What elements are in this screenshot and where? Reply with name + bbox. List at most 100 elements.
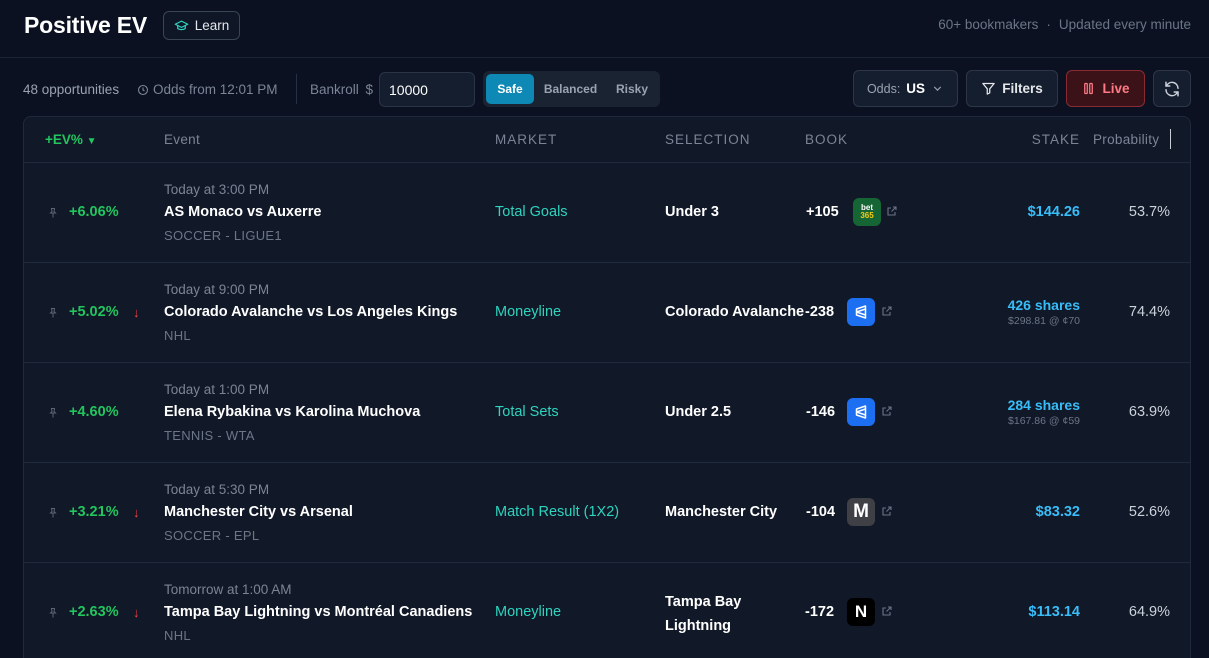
stake-amount: $83.32	[1035, 504, 1080, 520]
trend-down-icon: ↓	[133, 605, 140, 620]
selection-name: Under 3	[665, 204, 719, 220]
table-row[interactable]: +3.21% ↓ Today at 5:30 PM Manchester Cit…	[24, 463, 1190, 563]
ev-percentage: +2.63%	[69, 604, 119, 620]
market-name: Total Goals	[495, 204, 568, 220]
refresh-button[interactable]	[1153, 70, 1191, 107]
sort-desc-icon: ▼	[86, 136, 97, 147]
header-info: 60+ bookmakers · Updated every minute	[938, 17, 1191, 32]
ev-percentage: +4.60%	[69, 404, 119, 420]
m-book-icon[interactable]: M	[847, 498, 875, 526]
bookmakers-count: 60+ bookmakers	[938, 17, 1039, 32]
odds-format-value: US	[906, 81, 926, 96]
event-name: Colorado Avalanche vs Los Angeles Kings	[164, 304, 458, 320]
page-title: Positive EV	[24, 12, 148, 38]
event-time: Today at 5:30 PM	[164, 482, 270, 497]
learn-label: Learn	[194, 18, 230, 33]
bankroll-text: Bankroll	[310, 82, 359, 97]
external-link-icon[interactable]	[881, 605, 893, 617]
table-row[interactable]: +4.60% Today at 1:00 PM Elena Rybakina v…	[24, 363, 1190, 463]
filters-button[interactable]: Filters	[966, 70, 1058, 107]
probability-value: 53.7%	[1128, 204, 1170, 220]
external-link-icon[interactable]	[881, 305, 893, 317]
pin-icon[interactable]	[47, 406, 59, 420]
stake-amount: $144.26	[1027, 204, 1080, 220]
odds-timestamp: Odds from 12:01 PM	[137, 82, 278, 97]
live-label: Live	[1102, 81, 1130, 96]
odds-format-dropdown[interactable]: Odds: US	[853, 70, 958, 107]
ev-percentage: +5.02%	[69, 304, 119, 320]
event-name: AS Monaco vs Auxerre	[164, 204, 322, 220]
column-market[interactable]: MARKET	[495, 132, 557, 147]
column-stake[interactable]: STAKE	[1032, 132, 1080, 147]
n-book-icon[interactable]: N	[847, 598, 875, 626]
column-book[interactable]: BOOK	[805, 132, 848, 147]
odds-value: -104	[806, 504, 836, 520]
risk-safe-button[interactable]: Safe	[486, 74, 534, 104]
market-name: Moneyline	[495, 304, 562, 320]
pin-icon[interactable]	[47, 506, 59, 520]
event-time: Tomorrow at 1:00 AM	[164, 582, 292, 597]
risk-balanced-button[interactable]: Balanced	[534, 74, 607, 104]
pin-icon[interactable]	[47, 306, 59, 320]
graduation-cap-icon	[174, 20, 189, 31]
column-event[interactable]: Event	[164, 132, 200, 147]
header-separator: ·	[1046, 17, 1051, 32]
table-row[interactable]: +2.63% ↓ Tomorrow at 1:00 AM Tampa Bay L…	[24, 563, 1190, 658]
risk-risky-button[interactable]: Risky	[607, 74, 657, 104]
selection-line: Tampa Bay	[665, 594, 742, 610]
odds-value: -172	[805, 604, 835, 620]
table-row[interactable]: +5.02% ↓ Today at 9:00 PM Colorado Avala…	[24, 263, 1190, 363]
chevron-down-icon	[933, 86, 942, 91]
external-link-icon[interactable]	[881, 405, 893, 417]
table-row[interactable]: +6.06% Today at 3:00 PM AS Monaco vs Aux…	[24, 163, 1190, 263]
odds-value: -238	[805, 304, 835, 320]
market-name: Match Result (1X2)	[495, 504, 620, 520]
selection-line: Lightning	[665, 618, 732, 634]
opportunities-count: 48 opportunities	[23, 82, 120, 97]
update-frequency: Updated every minute	[1058, 17, 1191, 32]
odds-time-label: Odds from 12:01 PM	[153, 82, 278, 97]
external-link-icon[interactable]	[881, 505, 893, 517]
event-league: NHL	[164, 628, 191, 643]
trend-down-icon: ↓	[133, 305, 140, 320]
trend-down-icon: ↓	[133, 505, 140, 520]
learn-button[interactable]: Learn	[163, 11, 240, 40]
event-time: Today at 1:00 PM	[164, 382, 270, 397]
column-resize-handle[interactable]	[1170, 129, 1171, 149]
stake-shares: 426 shares	[1007, 297, 1080, 313]
ev-percentage: +3.21%	[69, 504, 119, 520]
toolbar: 48 opportunities Odds from 12:01 PM Bank…	[0, 58, 1209, 118]
clock-icon	[137, 84, 149, 95]
polymarket-icon[interactable]	[847, 298, 875, 326]
selection-name: Under 2.5	[665, 404, 732, 420]
odds-value: +105	[806, 204, 839, 220]
pause-icon	[1084, 82, 1094, 95]
event-league: SOCCER - LIGUE1	[164, 228, 282, 243]
selection-name: Tampa Bay Lightning	[665, 590, 741, 638]
page-header: Positive EV Learn 60+ bookmakers · Updat…	[0, 0, 1209, 58]
polymarket-icon[interactable]	[847, 398, 875, 426]
column-probability[interactable]: Probability	[1093, 132, 1159, 147]
bankroll-label: Bankroll $	[310, 82, 373, 97]
odds-format-label: Odds:	[866, 81, 901, 96]
bankroll-input[interactable]	[379, 72, 475, 107]
opportunities-table: +EV% ▼ Event MARKET SELECTION BOOK STAKE…	[23, 116, 1191, 658]
refresh-icon	[1165, 81, 1179, 96]
stake-shares: 284 shares	[1007, 397, 1080, 413]
pin-icon[interactable]	[47, 606, 59, 620]
event-name: Elena Rybakina vs Karolina Muchova	[164, 404, 421, 420]
event-league: NHL	[164, 328, 191, 343]
currency-symbol: $	[365, 82, 374, 97]
pin-icon[interactable]	[47, 206, 59, 220]
probability-value: 64.9%	[1128, 604, 1170, 620]
filter-icon	[982, 82, 995, 95]
ev-percentage: +6.06%	[69, 204, 119, 220]
risk-selector: Safe Balanced Risky	[483, 71, 660, 107]
column-ev[interactable]: +EV% ▼	[45, 132, 97, 147]
bet365-icon[interactable]: bet 365	[853, 198, 881, 226]
live-toggle-button[interactable]: Live	[1066, 70, 1145, 107]
selection-name: Colorado Avalanche	[665, 304, 805, 320]
selection-name: Manchester City	[665, 504, 778, 520]
column-selection[interactable]: SELECTION	[665, 132, 751, 147]
external-link-icon[interactable]	[886, 205, 898, 217]
